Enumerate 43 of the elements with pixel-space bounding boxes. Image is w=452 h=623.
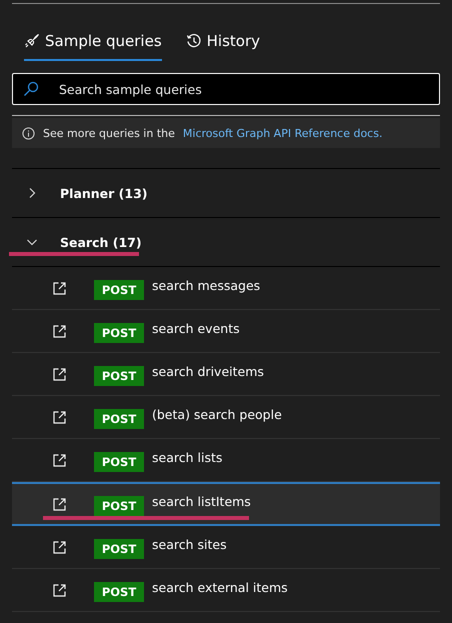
query-label: search external items: [152, 580, 288, 594]
query-item[interactable]: POST search external items: [12, 569, 440, 612]
query-label: search lists: [152, 450, 222, 464]
method-badge: POST: [94, 538, 144, 558]
query-label: (beta) search people: [152, 406, 282, 422]
history-icon: [186, 33, 202, 49]
group-header[interactable]: Planner (13): [12, 169, 440, 218]
reference-docs-link[interactable]: Microsoft Graph API Reference docs.: [182, 126, 382, 140]
method-badge: POST: [94, 582, 144, 602]
method-badge: POST: [94, 280, 144, 300]
external-link-icon: [53, 454, 66, 466]
external-link-icon: [53, 324, 66, 338]
group-label: Planner (13): [60, 186, 148, 200]
external-link-icon: [53, 540, 66, 554]
query-item[interactable]: POST search sites: [12, 526, 440, 569]
info-icon: [22, 126, 35, 140]
external-link-icon: [53, 584, 66, 596]
external-link-icon: [53, 498, 66, 510]
query-item[interactable]: POST search listItems: [12, 482, 440, 526]
query-label: search driveitems: [152, 364, 264, 378]
method-badge: POST: [94, 366, 144, 386]
external-link-icon: [53, 368, 66, 380]
rocket-icon: [24, 33, 40, 49]
method-badge: POST: [94, 496, 144, 516]
query-label: search listItems: [152, 494, 251, 508]
query-label: search sites: [152, 536, 227, 552]
search-field[interactable]: Search sample queries: [12, 73, 440, 105]
tab[interactable]: Sample queries: [24, 28, 162, 61]
group-label: Search (17): [60, 234, 142, 250]
query-label: search messages: [152, 278, 260, 292]
query-item[interactable]: POST (beta) search people: [12, 396, 440, 439]
query-item[interactable]: POST search driveitems: [12, 353, 440, 396]
external-link-icon: [53, 410, 66, 424]
external-link-icon: [53, 282, 66, 294]
query-label: search events: [152, 320, 240, 336]
info-text: See more queries in the: [43, 126, 175, 140]
method-badge: POST: [94, 452, 144, 472]
group-header[interactable]: Search (17): [12, 218, 440, 267]
tab[interactable]: History: [186, 28, 260, 61]
method-badge: POST: [94, 322, 144, 342]
method-badge: POST: [94, 408, 144, 428]
query-item[interactable]: POST search messages: [12, 267, 440, 310]
query-item[interactable]: POST search events: [12, 310, 440, 353]
